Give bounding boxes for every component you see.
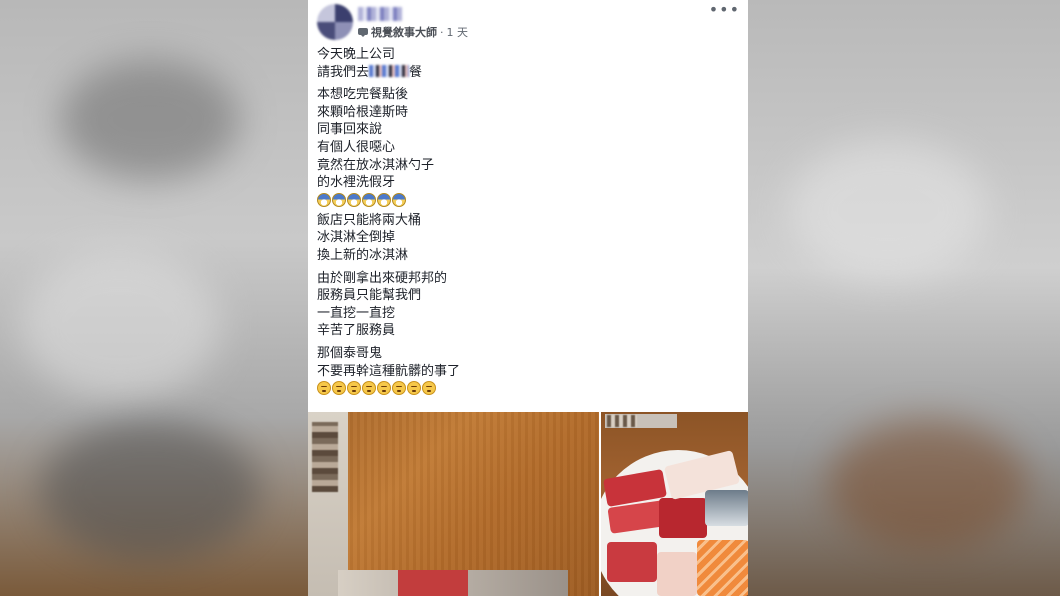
menu-card	[338, 570, 568, 596]
pixelated-logo	[312, 422, 338, 492]
angry-emoji-icon	[407, 381, 421, 396]
text-line: 來顆哈根達斯時	[317, 104, 409, 120]
avatar[interactable]	[317, 4, 353, 40]
angry-emoji-row	[317, 381, 737, 396]
scream-emoji-icon	[362, 192, 376, 207]
text-line: 辛苦了服務員	[317, 323, 396, 339]
post-photo-table[interactable]	[308, 412, 599, 596]
text-line: 本想吃完餐點後	[317, 87, 409, 103]
placemat-tag	[605, 414, 677, 428]
text-line: 那個泰哥鬼	[317, 345, 383, 361]
post-photo-sashimi[interactable]	[601, 412, 748, 596]
text-line: 由於剛拿出來硬邦邦的	[317, 270, 448, 286]
timestamp[interactable]: 1 天	[447, 24, 469, 40]
paragraph: 本想吃完餐點後 來顆哈根達斯時 同事回來說 有個人很噁心 竟然在放冰淇淋勺子 的…	[317, 86, 737, 207]
text-line: 請我們去 餐	[317, 64, 737, 82]
pixelated-logo	[607, 415, 637, 427]
text-line: 一直挖一直挖	[317, 305, 396, 321]
scream-emoji-icon	[392, 192, 406, 207]
text-line: 飯店只能將兩大桶	[317, 212, 422, 228]
scream-emoji-icon	[332, 192, 346, 207]
group-icon	[358, 27, 368, 37]
scream-emoji-icon	[317, 192, 331, 207]
text-fragment: 請我們去	[317, 64, 370, 80]
redacted-restaurant-name	[369, 64, 410, 77]
text-line: 同事回來說	[317, 122, 383, 138]
text-line: 竟然在放冰淇淋勺子	[317, 157, 435, 173]
scream-emoji-icon	[377, 192, 391, 207]
paragraph: 由於剛拿出來硬邦邦的 服務員只能幫我們 一直挖一直挖 辛苦了服務員	[317, 270, 737, 340]
meta-separator: ·	[440, 25, 444, 39]
text-line: 冰淇淋全倒掉	[317, 230, 396, 246]
tuna-slice	[659, 498, 707, 538]
fish-slice-white	[657, 552, 697, 596]
paragraph: 那個泰哥鬼 不要再幹這種骯髒的事了	[317, 345, 737, 396]
text-line: 有個人很噁心	[317, 139, 396, 155]
scream-emoji-icon	[347, 192, 361, 207]
placemat	[308, 412, 348, 596]
blurred-background-left	[0, 0, 308, 596]
text-line: 不要再幹這種骯髒的事了	[317, 363, 461, 379]
tuna-slice	[607, 542, 657, 582]
angry-emoji-icon	[392, 381, 406, 396]
text-line: 服務員只能幫我們	[317, 288, 422, 304]
more-options-button[interactable]: •••	[709, 2, 740, 18]
angry-emoji-icon	[422, 381, 436, 396]
scream-emoji-row	[317, 192, 737, 207]
text-line: 今天晚上公司	[317, 47, 396, 62]
author-name-redacted[interactable]	[358, 7, 402, 21]
mackerel-slice	[705, 490, 748, 526]
text-line: 換上新的冰淇淋	[317, 247, 409, 263]
paragraph: 今天晚上公司 請我們去 餐	[317, 46, 737, 81]
angry-emoji-icon	[377, 381, 391, 396]
angry-emoji-icon	[317, 381, 331, 396]
angry-emoji-icon	[332, 381, 346, 396]
post-meta: 視覺敘事大師 · 1 天	[358, 24, 468, 40]
post-text: 今天晚上公司 請我們去 餐 本想吃完餐點後 來顆哈根達斯時 同事回來說 有個人很噁…	[317, 46, 737, 400]
paragraph: 飯店只能將兩大桶 冰淇淋全倒掉 換上新的冰淇淋	[317, 212, 737, 265]
text-fragment: 餐	[409, 64, 423, 80]
text-line: 的水裡洗假牙	[317, 175, 396, 191]
group-name[interactable]: 視覺敘事大師	[371, 24, 437, 40]
angry-emoji-icon	[347, 381, 361, 396]
angry-emoji-icon	[362, 381, 376, 396]
menu-card-red-block	[398, 570, 468, 596]
blurred-background-right	[748, 0, 1060, 596]
facebook-post: 視覺敘事大師 · 1 天 ••• 今天晚上公司 請我們去 餐 本想吃完餐點後 來顆…	[308, 0, 748, 596]
salmon-slice	[697, 540, 748, 596]
